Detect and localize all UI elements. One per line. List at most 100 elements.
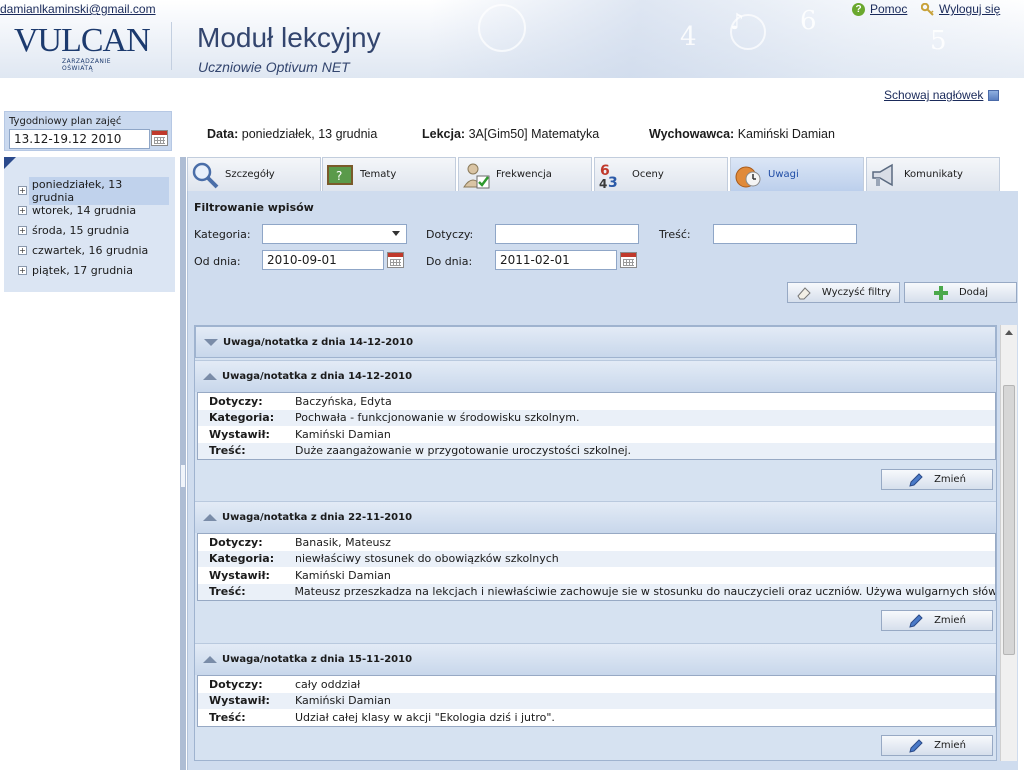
lesson-date: Data: poniedziałek, 13 grudnia [207, 127, 378, 141]
expand-icon[interactable]: + [18, 226, 27, 235]
note-header[interactable]: Uwaga/notatka z dnia 15-11-2010 [195, 643, 996, 675]
note-row: Wystawił: Kamiński Damian [209, 568, 391, 582]
tab-label: Uwagi [768, 169, 799, 180]
panel-splitter[interactable] [180, 157, 186, 770]
collapse-icon [988, 89, 1000, 101]
expand-icon[interactable]: + [18, 266, 27, 275]
note-row: Treść: Udział całej klasy w akcji "Ekolog… [209, 710, 555, 724]
hide-header-link[interactable]: Schowaj nagłówek [884, 88, 1000, 102]
notes-panel: Filtrowanie wpisów Kategoria: Dotyczy: T… [187, 191, 1018, 770]
tab-label: Komunikaty [904, 169, 963, 180]
tab-topics[interactable]: ? Tematy [322, 157, 456, 191]
splitter-grip[interactable] [181, 465, 185, 487]
from-date-input[interactable]: 2010-09-01 [262, 250, 384, 270]
add-button[interactable]: Dodaj [904, 282, 1017, 303]
collapse-icon [203, 514, 217, 521]
collapse-icon [203, 656, 217, 663]
week-input[interactable]: 13.12-19.12 2010 [9, 129, 150, 149]
expand-icon [204, 338, 218, 346]
day-label: wtorek, 14 grudnia [32, 204, 137, 217]
day-label: poniedziałek, 13 grudnia [28, 176, 169, 205]
note-title: Uwaga/notatka z dnia 22-11-2010 [222, 512, 413, 523]
key-icon [921, 2, 934, 16]
tab-label: Szczegóły [225, 169, 275, 180]
edit-note-button[interactable]: Zmień [881, 610, 993, 631]
help-link[interactable]: ? Pomoc [852, 2, 907, 16]
week-picker: Tygodniowy plan zajęć 13.12-19.12 2010 [4, 111, 172, 151]
day-item-monday[interactable]: + poniedziałek, 13 grudnia [18, 176, 169, 205]
concerns-input[interactable] [495, 224, 639, 244]
calendar-icon[interactable] [151, 130, 168, 146]
button-label: Zmień [934, 615, 966, 626]
note-header[interactable]: Uwaga/notatka z dnia 14-12-2010 [195, 360, 996, 392]
clear-filters-button[interactable]: Wyczyść filtry [787, 282, 900, 303]
edit-note-button[interactable]: Zmień [881, 469, 993, 490]
svg-text:3: 3 [608, 175, 618, 189]
day-item-wednesday[interactable]: + środa, 15 grudnia [18, 222, 169, 239]
day-item-thursday[interactable]: + czwartek, 16 grudnia [18, 242, 169, 259]
module-title: Moduł lekcyjny [197, 22, 381, 53]
tab-notes[interactable]: Uwagi [730, 157, 864, 191]
edit-note-button[interactable]: Zmień [881, 735, 993, 756]
svg-text:?: ? [336, 169, 342, 183]
note-header-collapsed[interactable]: Uwaga/notatka z dnia 14-12-2010 [195, 326, 996, 358]
note-details: Dotyczy: cały oddział Wystawił: Kamiński D… [197, 675, 996, 727]
note-row: Treść: Mateusz przeszkadza na lekcjach i … [198, 583, 995, 600]
calendar-icon[interactable] [387, 252, 404, 268]
day-label: środa, 15 grudnia [32, 224, 130, 237]
category-select[interactable] [262, 224, 407, 244]
calendar-icon[interactable] [620, 252, 637, 268]
tab-label: Tematy [360, 169, 397, 180]
from-date-label: Od dnia: [194, 255, 241, 268]
scrollbar-thumb[interactable] [1003, 385, 1015, 655]
day-item-friday[interactable]: + piątek, 17 grudnia [18, 262, 169, 279]
note-row: Kategoria: niewłaściwy stosunek do obowią… [198, 550, 995, 567]
panel-corner [4, 157, 16, 169]
note-row: Treść: Duże zaangażowanie w przygotowanie… [198, 442, 995, 459]
tab-grades[interactable]: 6 3 4 Oceny [594, 157, 728, 191]
week-label: Tygodniowy plan zajęć [9, 116, 122, 127]
content-input[interactable] [713, 224, 857, 244]
notes-scrollbar[interactable] [1000, 325, 1017, 761]
tab-messages[interactable]: Komunikaty [866, 157, 1000, 191]
pencil-icon [909, 738, 923, 753]
button-label: Wyczyść filtry [821, 287, 892, 298]
tab-details[interactable]: Szczegóły [187, 157, 321, 191]
note-row: Dotyczy: Banasik, Mateusz [209, 535, 391, 549]
magnifier-icon [192, 162, 219, 188]
notes-icon [735, 166, 761, 187]
pencil-icon [909, 472, 923, 487]
days-tree: + poniedziałek, 13 grudnia + wtorek, 14 … [4, 157, 175, 292]
note-details: Dotyczy: Banasik, Mateusz Kategoria: niewł… [197, 533, 996, 601]
scroll-up-icon[interactable] [1005, 330, 1013, 335]
collapse-icon [203, 373, 217, 380]
to-date-input[interactable]: 2011-02-01 [495, 250, 617, 270]
tab-attendance[interactable]: Frekwencja [458, 157, 592, 191]
user-email-link[interactable]: damianlkaminski@gmail.com [0, 2, 156, 16]
lesson-tutor: Wychowawca: Kamiński Damian [649, 127, 835, 141]
grades-icon: 6 3 4 [599, 163, 618, 189]
megaphone-icon [872, 163, 893, 186]
filter-title: Filtrowanie wpisów [194, 201, 314, 214]
help-icon: ? [852, 2, 865, 16]
module-subtitle: Uczniowie Optivum NET [198, 59, 350, 75]
header-divider [171, 22, 172, 70]
plus-icon [933, 285, 948, 300]
tab-label: Oceny [632, 169, 664, 180]
expand-icon[interactable]: + [18, 206, 27, 215]
pencil-icon [909, 613, 923, 628]
expand-icon[interactable]: + [18, 246, 27, 255]
logout-link[interactable]: Wyloguj się [921, 2, 1000, 16]
day-label: czwartek, 16 grudnia [32, 244, 149, 257]
hide-header-label: Schowaj nagłówek [884, 88, 984, 102]
note-row: Wystawił: Kamiński Damian [198, 692, 995, 709]
expand-icon[interactable]: + [18, 186, 27, 195]
page-header: 4 6 5 ♪ damianlkaminski@gmail.com VULCAN… [0, 0, 1024, 78]
note-title: Uwaga/notatka z dnia 15-11-2010 [222, 654, 413, 665]
note-title: Uwaga/notatka z dnia 14-12-2010 [222, 371, 413, 382]
concerns-label: Dotyczy: [426, 228, 474, 241]
button-label: Dodaj [958, 287, 989, 298]
person-check-icon [463, 163, 490, 188]
note-header[interactable]: Uwaga/notatka z dnia 22-11-2010 [195, 501, 996, 533]
day-item-tuesday[interactable]: + wtorek, 14 grudnia [18, 202, 169, 219]
